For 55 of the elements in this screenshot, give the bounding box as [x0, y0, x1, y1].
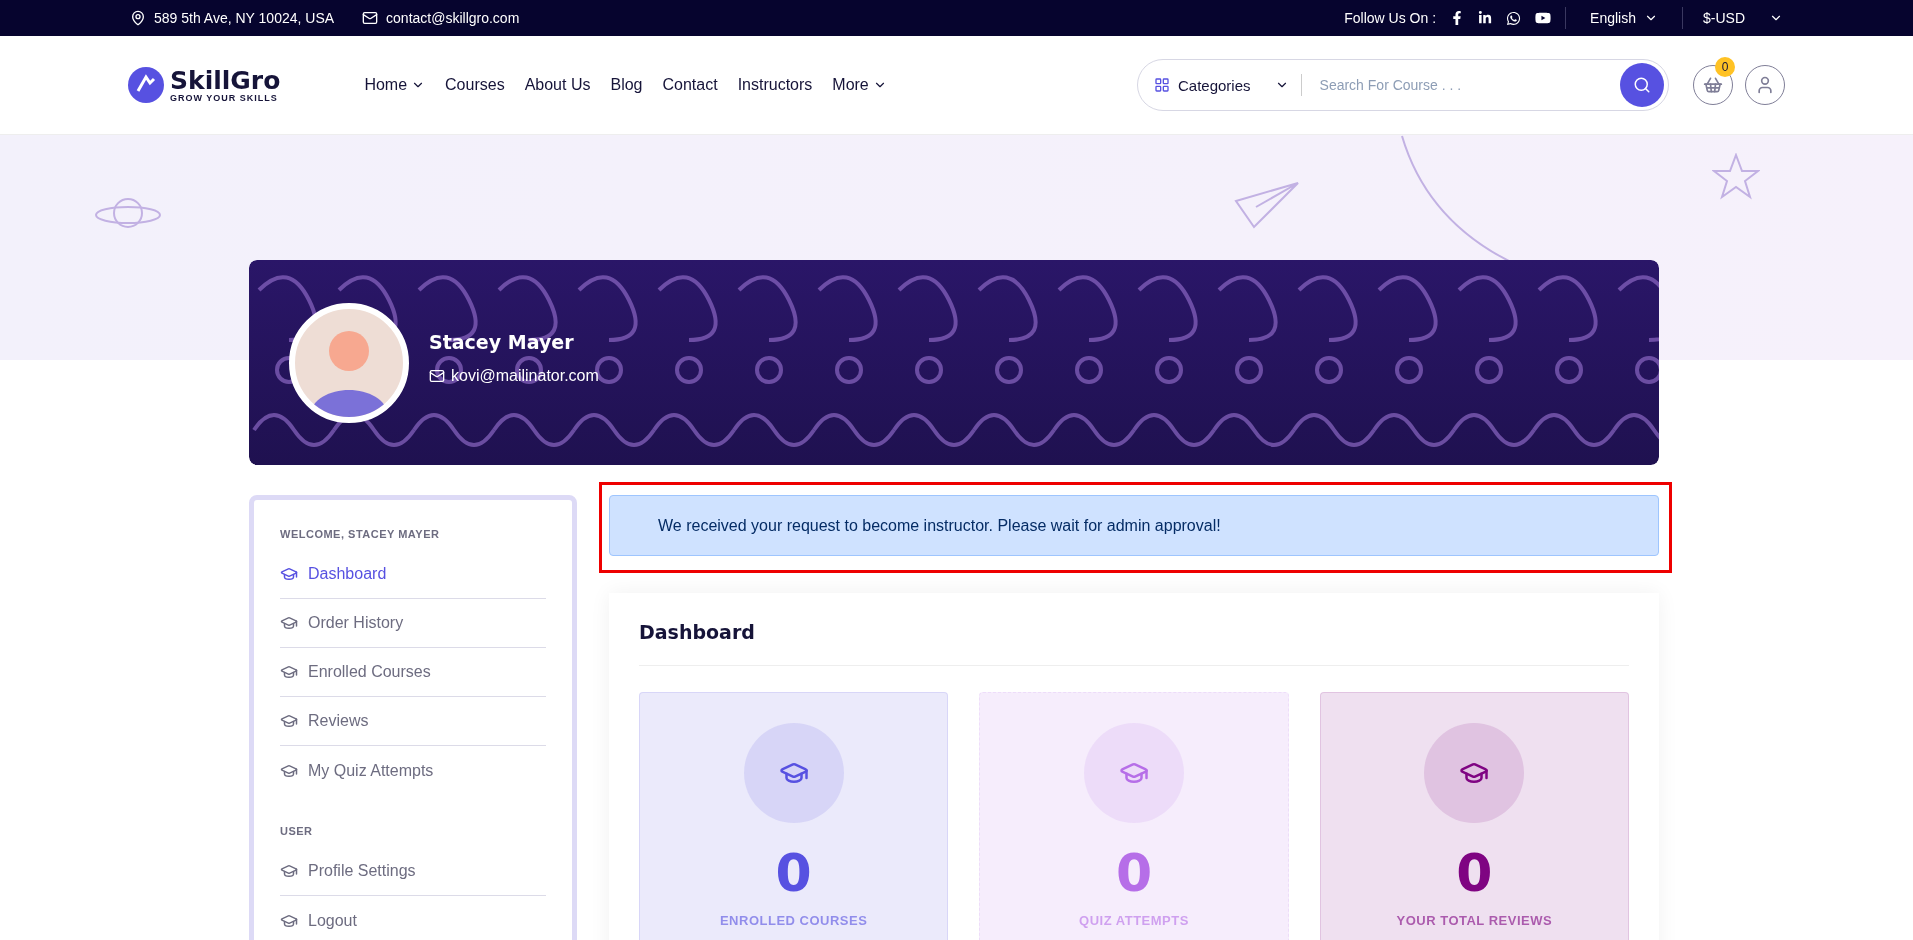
graduation-cap-icon	[280, 663, 298, 681]
stat-label: YOUR TOTAL REVIEWS	[1396, 913, 1553, 928]
logo-tagline: GROW YOUR SKILLS	[170, 92, 279, 103]
star-icon	[1712, 153, 1760, 201]
section-title: USER	[280, 825, 314, 837]
cart-count-badge: 0	[1715, 57, 1735, 77]
sidebar-item[interactable]: My Quiz Attempts	[280, 746, 546, 795]
email-link[interactable]: contact@skillgro.com	[386, 10, 520, 26]
nav-link[interactable]: Home	[364, 76, 426, 94]
follow-label: Follow Us On :	[1344, 10, 1437, 26]
mail-icon	[362, 10, 379, 26]
logo-name: SkillGro	[170, 67, 281, 93]
user-icon	[1755, 75, 1775, 95]
graduation-cap-icon	[280, 862, 298, 880]
graduation-cap-icon	[280, 614, 298, 632]
info-alert: We received your request to become instructor. Please wait for admin approval!	[609, 495, 1659, 556]
sidebar-item[interactable]: Reviews	[280, 697, 546, 746]
sidebar-item[interactable]: Order History	[280, 599, 546, 648]
stat-label: ENROLLED COURSES	[719, 913, 868, 928]
stat-value: 0	[1115, 843, 1153, 903]
stat-label: QUIZ ATTEMPTS	[1079, 913, 1189, 928]
sidebar-item[interactable]: Logout	[280, 896, 546, 940]
profile-name: Stacey Mayer	[429, 330, 575, 353]
envelope-icon	[429, 367, 445, 384]
nav-link[interactable]: Courses	[445, 76, 505, 94]
basket-icon	[1703, 75, 1723, 95]
logo-icon	[128, 67, 164, 103]
language-dropdown[interactable]: English	[1590, 10, 1636, 26]
dashboard-title: Dashboard	[639, 621, 1629, 666]
sidebar-item[interactable]: Enrolled Courses	[280, 648, 546, 697]
grid-icon	[1154, 77, 1170, 93]
user-button[interactable]	[1745, 65, 1785, 105]
map-pin-icon	[130, 10, 146, 26]
search-icon	[1633, 76, 1651, 94]
categories-dropdown[interactable]: Categories	[1154, 74, 1302, 96]
sidebar-item[interactable]: Profile Settings	[280, 847, 546, 896]
section-title: WELCOME, STACEY MAYER	[280, 528, 441, 540]
youtube-icon[interactable]	[1535, 10, 1552, 26]
graduation-cap-icon	[280, 712, 298, 730]
profile-email: kovi@mailinator.com	[451, 366, 599, 385]
nav-link[interactable]: More	[832, 76, 887, 94]
paper-plane-icon	[1234, 181, 1300, 229]
currency-dropdown[interactable]: $-USD	[1703, 10, 1745, 26]
linkedin-icon[interactable]	[1478, 11, 1493, 25]
address-text: 589 5th Ave, NY 10024, USA	[154, 10, 335, 26]
nav-link[interactable]: Instructors	[737, 76, 813, 94]
nav-link[interactable]: About Us	[524, 76, 591, 94]
sidebar-item[interactable]: Dashboard	[280, 550, 546, 599]
whatsapp-icon[interactable]	[1506, 10, 1522, 26]
stat-value: 0	[775, 843, 812, 903]
graduation-cap-icon	[280, 565, 298, 583]
search-button[interactable]	[1620, 63, 1664, 107]
nav-link[interactable]: Blog	[610, 76, 643, 94]
stat-value: 0	[1456, 843, 1493, 903]
nav-link[interactable]: Contact	[662, 76, 718, 94]
